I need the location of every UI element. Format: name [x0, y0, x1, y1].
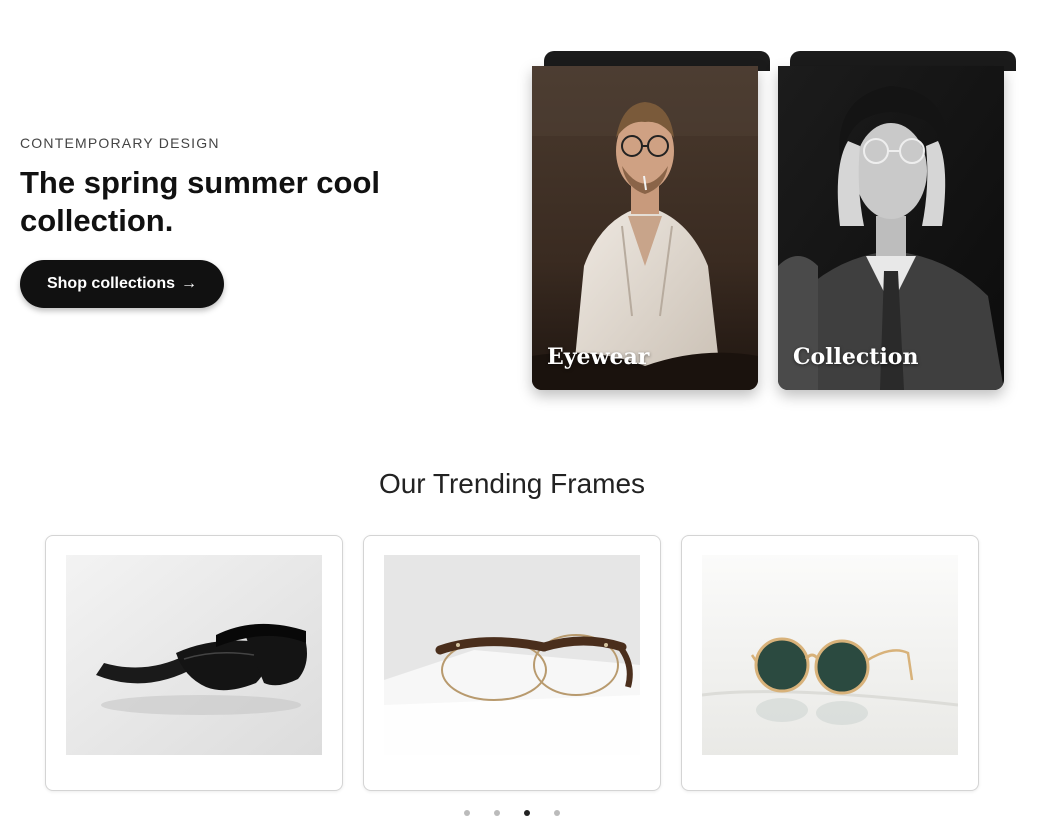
round-sunglasses-image: [702, 555, 958, 755]
hero-headline: The spring summer cool collection.: [20, 165, 381, 238]
product-image-browline: [384, 555, 640, 755]
product-image-round: [702, 555, 958, 755]
glasses-image: [384, 555, 640, 755]
product-card[interactable]: [681, 535, 979, 791]
carousel-dot[interactable]: [494, 810, 500, 816]
category-eyewear: Eyewear: [532, 51, 770, 390]
category-label: Collection: [793, 344, 919, 370]
product-card[interactable]: [363, 535, 661, 791]
hero-eyebrow: CONTEMPORARY DESIGN: [20, 135, 220, 151]
category-label: Eyewear: [547, 344, 650, 370]
category-card-eyewear[interactable]: Eyewear: [532, 66, 758, 390]
category-card-collection[interactable]: Collection: [778, 66, 1004, 390]
carousel-dot[interactable]: [464, 810, 470, 816]
shop-collections-label: Shop collections: [46, 275, 175, 292]
shop-collections-button[interactable]: Shop collections →: [20, 260, 224, 308]
arrow-right-icon: →: [181, 275, 197, 292]
sunglasses-image: [66, 555, 322, 755]
carousel-dots: [0, 808, 1024, 818]
trending-title: Our Trending Frames: [378, 468, 646, 499]
category-image-eyewear: [532, 66, 758, 390]
page: CONTEMPORARY DESIGN The spring summer co…: [0, 0, 1049, 822]
category-image-collection: [778, 66, 1004, 390]
product-card[interactable]: [45, 535, 343, 791]
carousel-dot[interactable]: [524, 810, 530, 816]
carousel-dot[interactable]: [554, 810, 560, 816]
product-image-wayfarer: [66, 555, 322, 755]
category-collection: Collection: [778, 51, 1016, 390]
